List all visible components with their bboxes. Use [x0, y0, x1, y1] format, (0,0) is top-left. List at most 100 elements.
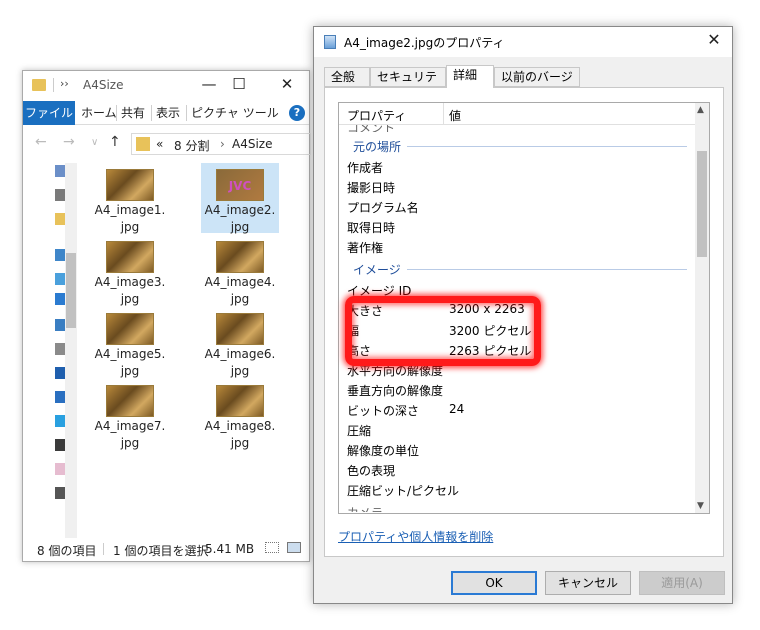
list-scrollbar[interactable]: ▲ ▼	[695, 103, 709, 513]
property-row[interactable]: イメージ ID	[347, 279, 687, 299]
forward-arrow-icon[interactable]: →	[63, 134, 75, 150]
file-name: A4_image2.	[204, 203, 276, 217]
file-extension: jpg	[230, 364, 250, 378]
tab-share[interactable]: 共有	[121, 101, 145, 125]
up-arrow-icon[interactable]: ↑	[109, 134, 121, 150]
breadcrumb-overflow[interactable]: «	[156, 137, 163, 151]
file-extension: jpg	[230, 220, 250, 234]
apply-button[interactable]: 適用(A)	[639, 571, 725, 595]
cancel-button[interactable]: キャンセル	[545, 571, 631, 595]
property-row[interactable]: 撮影日時	[347, 176, 687, 196]
folder-icon[interactable]	[55, 213, 65, 225]
file-item[interactable]: A4_image8. jpg	[201, 379, 279, 450]
dialog-tabs: 全般 セキュリティ 詳細 以前のバージョン	[324, 65, 724, 102]
address-bar[interactable]: « 8 分割 › A4Size	[131, 133, 311, 155]
tab-details[interactable]: 詳細	[446, 65, 494, 88]
back-arrow-icon[interactable]: ←	[35, 134, 47, 150]
file-item[interactable]: A4_image1. jpg	[91, 163, 169, 234]
tab-security[interactable]: セキュリティ	[370, 67, 446, 102]
nav-scrollbar[interactable]	[65, 163, 77, 538]
group-label: 元の場所	[353, 138, 406, 155]
picture-icon[interactable]	[55, 319, 65, 331]
property-row[interactable]: 圧縮ビット/ピクセル	[347, 479, 687, 499]
network-icon[interactable]	[55, 415, 65, 427]
file-name: A4_image3.	[94, 275, 166, 289]
tab-general[interactable]: 全般	[324, 67, 370, 87]
remove-properties-link[interactable]: プロパティや個人情報を削除	[338, 528, 493, 545]
file-item[interactable]: A4_image5. jpg	[91, 307, 169, 378]
recent-locations-icon[interactable]: ∨	[91, 137, 98, 148]
tab-previous-versions[interactable]: 以前のバージョン	[494, 67, 580, 102]
image-thumbnail	[216, 385, 264, 417]
drive-icon[interactable]	[55, 487, 65, 499]
scroll-down-icon[interactable]: ▼	[697, 501, 704, 511]
file-item[interactable]: A4_image7. jpg	[91, 379, 169, 450]
ok-button[interactable]: OK	[451, 571, 537, 595]
close-button[interactable]: ✕	[704, 30, 724, 49]
details-view-icon[interactable]	[265, 542, 279, 553]
file-item[interactable]: A4_image6. jpg	[201, 307, 279, 378]
file-extension: jpg	[120, 436, 140, 450]
group-image: イメージ	[347, 259, 687, 279]
tab-home[interactable]: ホーム	[81, 101, 117, 125]
file-item[interactable]: A4_image4. jpg	[201, 235, 279, 306]
status-bar: 8 個の項目 1 個の項目を選択 5.41 MB	[23, 537, 309, 561]
drive-icon[interactable]	[55, 189, 65, 201]
group-origin: 元の場所	[347, 136, 687, 156]
large-icons-view-icon[interactable]	[287, 542, 301, 553]
property-row[interactable]: 解像度の単位	[347, 439, 687, 459]
close-button[interactable]: ✕	[277, 75, 297, 93]
scrollbar-thumb[interactable]	[66, 253, 76, 328]
pc-icon[interactable]	[55, 249, 65, 261]
property-row[interactable]: ビットの深さ 24	[347, 399, 687, 419]
property-row[interactable]: プログラム名	[347, 196, 687, 216]
property-row[interactable]: 圧縮	[347, 419, 687, 439]
list-header: プロパティ 値	[339, 103, 697, 125]
column-header-value[interactable]: 値	[449, 107, 461, 124]
video-icon[interactable]	[55, 391, 65, 403]
property-row[interactable]: 垂直方向の解像度	[347, 379, 687, 399]
maximize-button[interactable]: ☐	[229, 75, 249, 93]
file-name: A4_image8.	[204, 419, 276, 433]
breadcrumb-separator: ›	[220, 137, 225, 151]
download-icon[interactable]	[55, 273, 65, 285]
tab-file[interactable]: ファイル	[23, 101, 75, 125]
help-icon[interactable]: ?	[289, 105, 305, 121]
column-header-property[interactable]: プロパティ	[347, 107, 406, 124]
explorer-window: ›› A4Size — ☐ ✕ ファイル ホーム 共有 表示 ピクチャ ツール …	[22, 70, 311, 562]
explorer-titlebar[interactable]: ›› A4Size — ☐ ✕	[23, 71, 309, 101]
download-icon[interactable]	[55, 293, 65, 305]
navigation-pane	[23, 163, 65, 538]
address-bar-row: ← → ∨ ↑ « 8 分割 › A4Size	[23, 131, 311, 157]
property-row[interactable]: 取得日時	[347, 216, 687, 236]
property-row[interactable]: 水平方向の解像度	[347, 359, 687, 379]
property-list[interactable]: プロパティ 値 コメント 元の場所 作成者 撮影日時 プログラム名 取得日時 著…	[338, 102, 710, 514]
dialog-titlebar[interactable]: A4_image2.jpgのプロパティ ✕	[314, 27, 732, 57]
breadcrumb-item[interactable]: A4Size	[232, 137, 272, 151]
property-row[interactable]: 著作権	[347, 236, 687, 256]
tab-view[interactable]: 表示	[156, 101, 180, 125]
property-row-width[interactable]: 幅 3200 ピクセル	[347, 319, 687, 339]
file-name: A4_image4.	[204, 275, 276, 289]
property-row-height[interactable]: 高さ 2263 ピクセル	[347, 339, 687, 359]
scrollbar-thumb[interactable]	[697, 151, 707, 257]
property-row-dimensions[interactable]: 大きさ 3200 x 2263	[347, 299, 687, 319]
quick-access-icon[interactable]	[55, 165, 65, 177]
clipped-row: コメント	[347, 125, 396, 132]
drive-icon[interactable]	[55, 439, 65, 451]
tab-picture-tools[interactable]: ピクチャ ツール	[191, 101, 279, 125]
property-row[interactable]: 作成者	[347, 156, 687, 176]
breadcrumb-item[interactable]: 8 分割	[174, 137, 209, 154]
minimize-button[interactable]: —	[199, 75, 219, 93]
drive-icon[interactable]	[55, 463, 65, 475]
scroll-up-icon[interactable]: ▲	[697, 105, 704, 115]
file-item[interactable]: A4_image3. jpg	[91, 235, 169, 306]
image-thumbnail	[106, 313, 154, 345]
music-icon[interactable]	[55, 367, 65, 379]
file-list: A4_image1. jpg JVC A4_image2. jpg A4_ima…	[81, 163, 311, 538]
file-name: A4_image5.	[94, 347, 166, 361]
document-icon[interactable]	[55, 343, 65, 355]
quick-access-chevron[interactable]: ››	[60, 77, 69, 90]
property-row[interactable]: 色の表現	[347, 459, 687, 479]
file-item[interactable]: JVC A4_image2. jpg	[201, 163, 279, 234]
